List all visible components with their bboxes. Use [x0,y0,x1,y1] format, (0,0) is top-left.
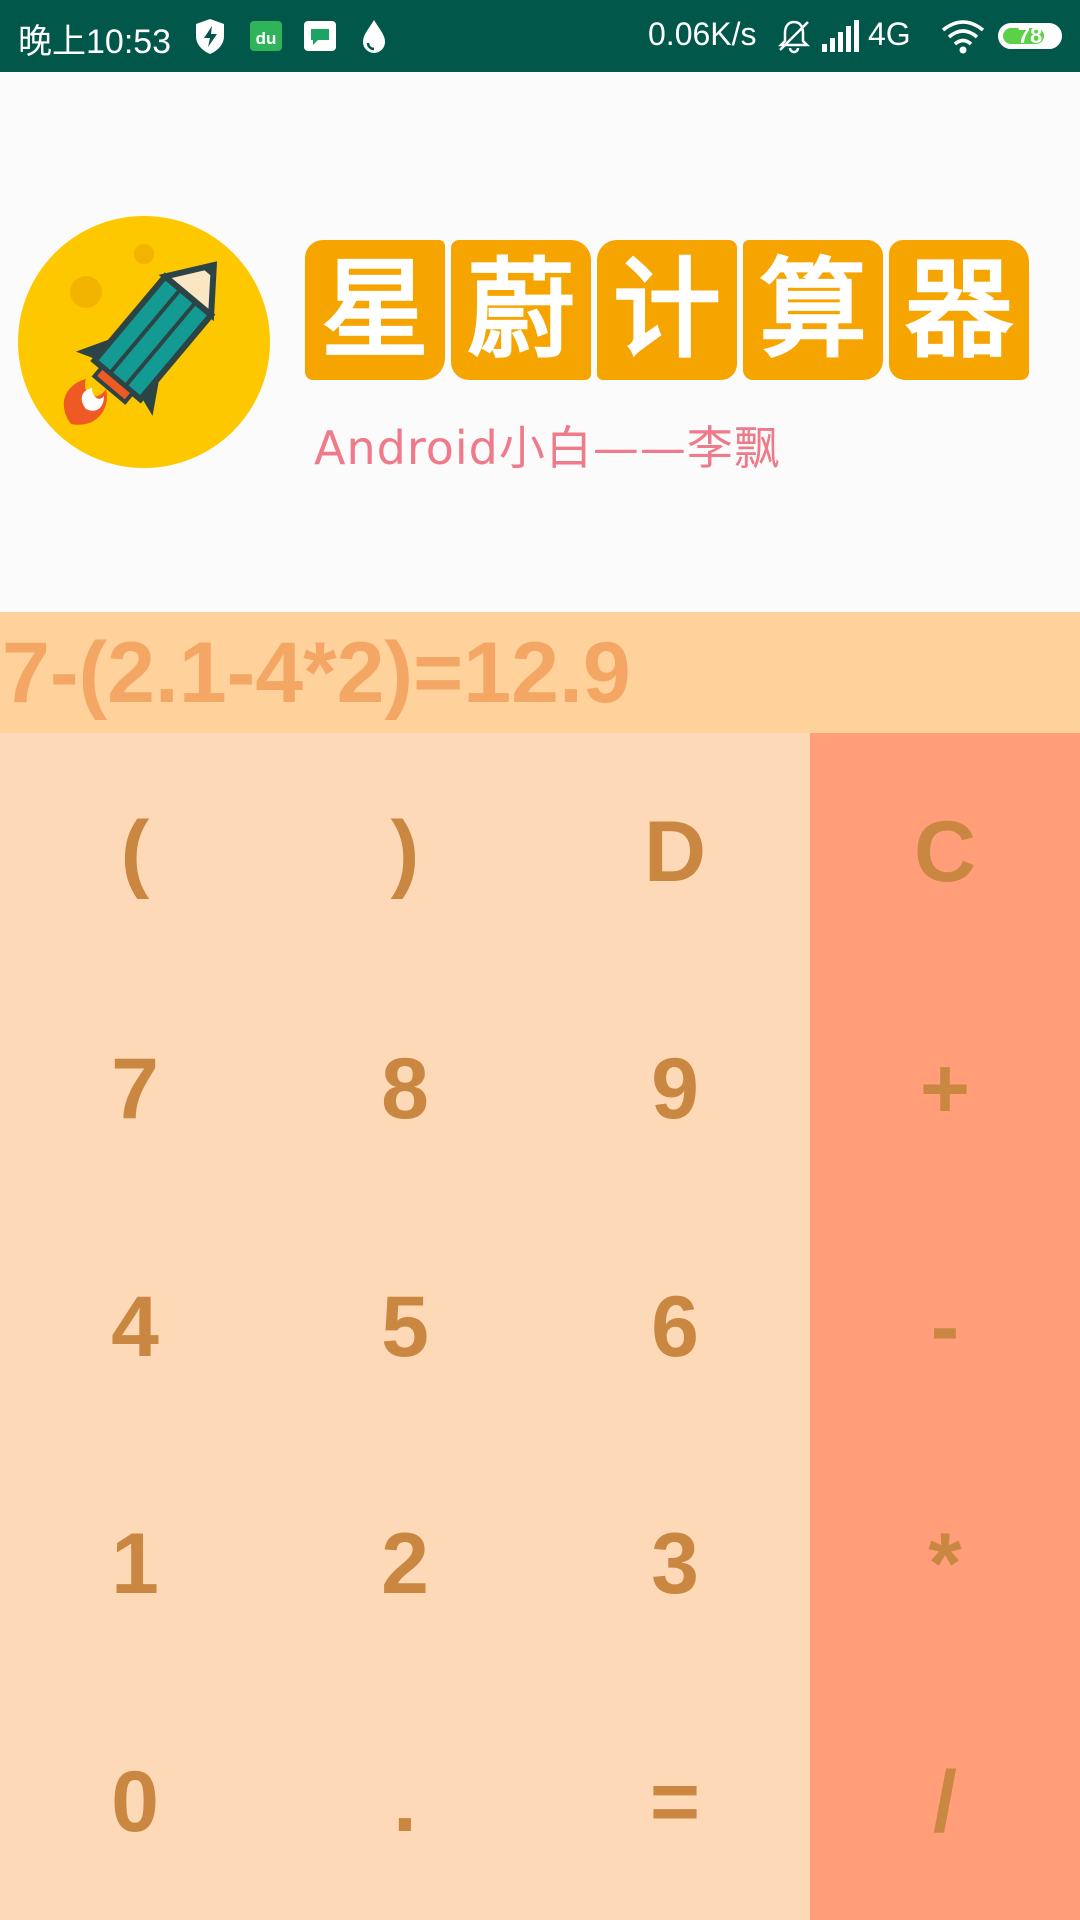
status-time: 晚上10:53 [18,23,172,61]
key-decimal[interactable]: . [270,1753,540,1852]
key-2[interactable]: 2 [270,1515,540,1614]
title-char: 星 [305,240,445,380]
key-plus[interactable]: + [810,1040,1080,1139]
key-1[interactable]: 1 [0,1515,270,1614]
keypad: ( ) D C 7 8 9 + 4 5 6 - 1 2 3 * 0 . = / [0,733,1080,1920]
app-title: 星 蔚 计 算 器 [305,240,1029,380]
wifi-icon [941,20,985,54]
key-8[interactable]: 8 [270,1040,540,1139]
du-app-icon: du [250,21,282,51]
key-multiply[interactable]: * [810,1515,1080,1614]
title-char: 蔚 [451,240,591,380]
key-6[interactable]: 6 [540,1278,810,1377]
result-display: 7-(2.1-4*2)=12.9 [0,612,1080,733]
key-0[interactable]: 0 [0,1753,270,1852]
key-open-paren[interactable]: ( [0,803,270,902]
key-delete[interactable]: D [540,803,810,902]
water-drop-icon [363,20,385,53]
status-bar: 晚上10:53 du 0.06K/s 4G 78 [0,0,1080,72]
title-char: 器 [889,240,1029,380]
battery-level: 78 [1017,23,1043,48]
key-9[interactable]: 9 [540,1040,810,1139]
expression-text: 7-(2.1-4*2)=12.9 [2,625,631,721]
message-app-icon [304,21,336,51]
network-speed: 0.06K/s [648,16,757,52]
battery-icon: 78 [998,23,1062,49]
network-type: 4G [868,16,911,52]
key-equals[interactable]: = [540,1753,810,1852]
mute-bell-icon [777,20,811,54]
key-4[interactable]: 4 [0,1278,270,1377]
key-3[interactable]: 3 [540,1515,810,1614]
key-7[interactable]: 7 [0,1040,270,1139]
svg-text:du: du [256,29,277,48]
key-minus[interactable]: - [810,1278,1080,1377]
rocket-logo-icon [18,216,270,468]
key-clear[interactable]: C [810,803,1080,902]
app-subtitle: Android小白——李飘 [314,421,781,475]
shield-icon [196,19,224,54]
key-5[interactable]: 5 [270,1278,540,1377]
title-char: 计 [597,240,737,380]
app-banner: 星 蔚 计 算 器 Android小白——李飘 [0,72,1080,612]
key-close-paren[interactable]: ) [270,803,540,902]
title-char: 算 [743,240,883,380]
key-divide[interactable]: / [810,1753,1080,1852]
signal-icon [822,20,859,52]
